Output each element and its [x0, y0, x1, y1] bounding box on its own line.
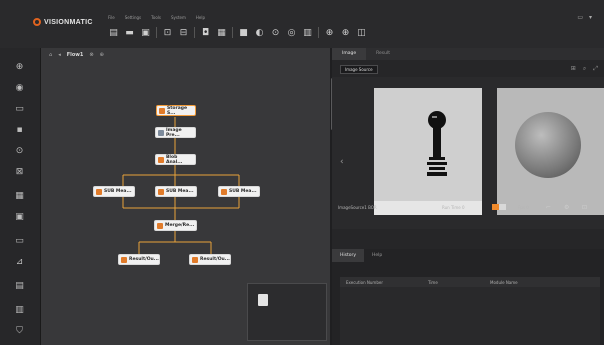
image-pre-icon — [158, 129, 164, 136]
image-panel: Image Result Image Source ⊞ ⌕ ⤢ ‹ ImageS… — [332, 48, 604, 345]
flow-canvas[interactable]: ⌂ ◂ Flow1 ⊗ ⊕ Storage S... Image Pre... … — [40, 48, 334, 345]
node-branch3[interactable]: SUB Mea... — [218, 186, 260, 197]
window-controls: ▭ ▾ — [577, 14, 592, 21]
more-icon[interactable]: ▾ — [589, 14, 592, 21]
export-icon[interactable]: ⊡ — [582, 204, 587, 211]
image-name: ImageSource1 BOR — [338, 204, 377, 210]
settings-icon[interactable]: ⚙ — [564, 204, 569, 211]
tab-image[interactable]: Image — [332, 48, 367, 60]
history-table-header: Execution Number Time Module Name — [340, 277, 600, 287]
merge-icon — [157, 222, 163, 229]
node-blob[interactable]: Blob Anal... — [155, 154, 196, 165]
target-icon[interactable]: ⊕ — [340, 27, 351, 38]
output-icon — [192, 256, 198, 263]
node-image-pre[interactable]: Image Pre... — [155, 127, 196, 138]
zoom-icon[interactable]: ⌕ — [583, 65, 586, 73]
output-icon — [121, 256, 127, 263]
list-icon[interactable]: ▥ — [13, 303, 26, 316]
node-out1[interactable]: Result/Ou... — [118, 254, 160, 265]
measure-icon — [158, 188, 164, 195]
toolbar-divider — [232, 27, 233, 38]
fit-icon[interactable]: ⊞ — [571, 65, 576, 73]
fullscreen-icon[interactable]: ⤢ — [593, 65, 598, 73]
image-status-bar: ImageSource1 BOR Run Time 0 Fps 0 ⌐ ⚙ ⊡ — [332, 200, 604, 214]
tab-history[interactable]: History — [332, 249, 365, 262]
col-time: Time — [428, 279, 438, 285]
measure-icon — [221, 188, 227, 195]
settings-icon[interactable]: ⊡ — [162, 27, 173, 38]
blob-icon — [158, 156, 164, 163]
menu-settings[interactable]: Settings — [125, 15, 141, 20]
image-tools: ⊞ ⌕ ⤢ — [571, 65, 598, 73]
color-swatch[interactable] — [492, 204, 506, 210]
minimap[interactable] — [247, 283, 327, 341]
add-icon[interactable]: ⊕ — [13, 60, 26, 73]
node-out2[interactable]: Result/Ou... — [189, 254, 231, 265]
menu-file[interactable]: File — [108, 15, 115, 20]
pin-icon[interactable]: ⌐ — [546, 204, 551, 211]
node-storage[interactable]: Storage S... — [156, 105, 196, 116]
grid-icon[interactable]: ▦ — [13, 189, 26, 202]
chart-icon[interactable]: ⊠ — [13, 165, 26, 178]
toolbar-divider — [156, 27, 157, 38]
menu-tools[interactable]: Tools — [151, 15, 161, 20]
logo-icon — [33, 18, 41, 26]
image-source-select[interactable]: Image Source — [340, 65, 378, 74]
layout-icon[interactable]: ▦ — [216, 27, 227, 38]
run-once-icon[interactable]: ◐ — [254, 27, 265, 38]
target-icon[interactable]: ◉ — [13, 81, 26, 94]
save-icon[interactable]: ▣ — [140, 27, 151, 38]
storage-icon — [159, 107, 165, 114]
tool-rail: ⊕ ◉ ▭ ▪ ⊙ ⊠ ▦ ▣ ▭ ⊿ ▤ ▥ ⛉ — [0, 48, 40, 345]
toolbar: ▤ ▬ ▣ ⊡ ⊟ ◘ ▦ ■ ◐ ⊙ ◎ ▥ ⊕ ⊕ ◫ — [108, 27, 367, 38]
history-table-body — [340, 287, 600, 345]
import-icon[interactable]: ⊟ — [178, 27, 189, 38]
node-merge[interactable]: Merge/Re... — [154, 220, 197, 231]
pawn-image — [427, 111, 447, 176]
image-thumbnail-pawn[interactable] — [374, 88, 482, 215]
chip-icon[interactable]: ▪ — [13, 123, 26, 136]
image-thumbnail-sphere[interactable] — [497, 88, 604, 215]
menu-help[interactable]: Help — [196, 15, 205, 20]
record-icon[interactable]: ■ — [238, 27, 249, 38]
measure-icon — [96, 188, 102, 195]
report-icon[interactable]: ▤ — [13, 279, 26, 292]
menu-bar: File Settings Tools System Help — [108, 15, 205, 20]
tool-icon[interactable]: ⊿ — [13, 255, 26, 268]
zoom-in-icon[interactable]: ⊕ — [324, 27, 335, 38]
node-branch2[interactable]: SUB Mea... — [155, 186, 197, 197]
title-bar: VISIONMATIC File Settings Tools System H… — [0, 0, 604, 48]
prev-image-icon[interactable]: ‹ — [340, 157, 344, 167]
fps-label: Fps 0 — [518, 204, 529, 210]
app-logo: VISIONMATIC — [33, 18, 93, 26]
toolbar-divider — [194, 27, 195, 38]
run-time-label: Run Time 0 — [442, 204, 465, 210]
minimize-icon[interactable]: ▭ — [577, 14, 583, 21]
tab-help[interactable]: Help — [364, 249, 390, 262]
ruler-icon[interactable]: ▭ — [13, 234, 26, 247]
open-folder-icon[interactable]: ▬ — [124, 27, 135, 38]
tab-result[interactable]: Result — [366, 48, 400, 60]
col-module-name: Module Name — [490, 279, 518, 285]
copy-icon[interactable]: ◫ — [356, 27, 367, 38]
measure-icon[interactable]: ▣ — [13, 210, 26, 223]
history-tabs: History Help — [332, 249, 390, 262]
stop-icon[interactable]: ◎ — [286, 27, 297, 38]
run-icon[interactable]: ⊙ — [270, 27, 281, 38]
image-tabs: Image Result — [332, 48, 604, 60]
image-icon[interactable]: ▭ — [13, 102, 26, 115]
camera-icon[interactable]: ◘ — [200, 27, 211, 38]
minimap-viewport[interactable] — [258, 294, 268, 306]
menu-system[interactable]: System — [171, 15, 186, 20]
shield-icon[interactable]: ⛉ — [13, 324, 26, 337]
col-execution-number: Execution Number — [346, 279, 383, 285]
app-name: VISIONMATIC — [44, 18, 93, 26]
crosshair-icon[interactable]: ⊙ — [13, 144, 26, 157]
sphere-image — [515, 112, 581, 178]
history-panel: History Help Execution Number Time Modul… — [332, 249, 604, 345]
new-file-icon[interactable]: ▤ — [108, 27, 119, 38]
node-branch1[interactable]: SUB Mea... — [93, 186, 135, 197]
grid-icon[interactable]: ▥ — [302, 27, 313, 38]
toolbar-divider — [318, 27, 319, 38]
